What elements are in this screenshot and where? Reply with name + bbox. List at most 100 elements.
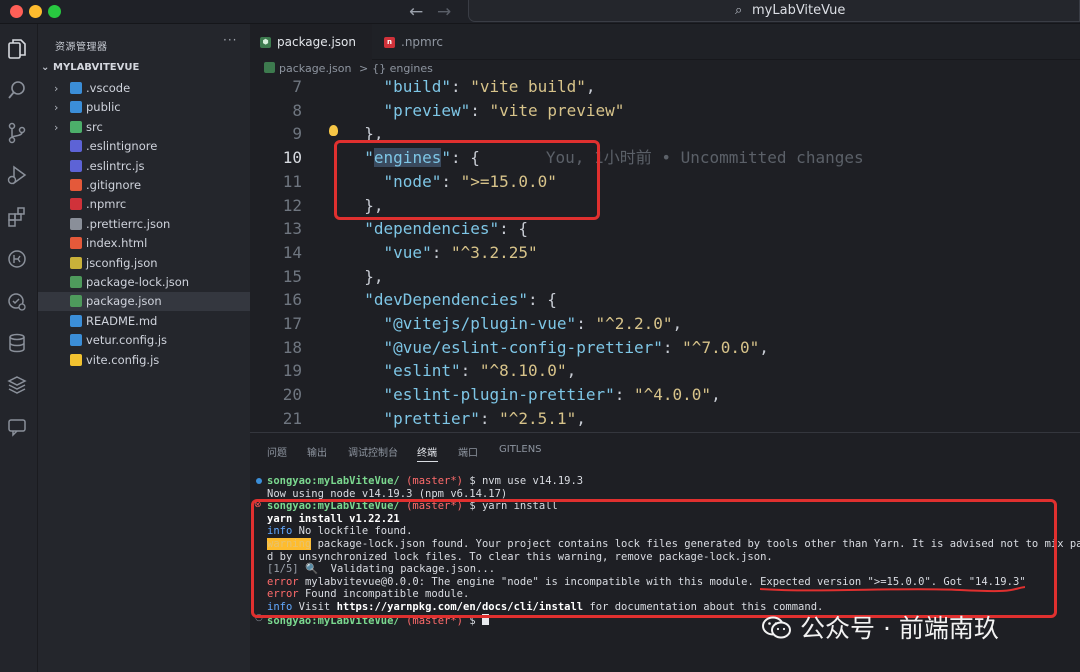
command-success-dot xyxy=(256,478,262,484)
vite-icon xyxy=(70,353,82,366)
tree-item-label: src xyxy=(86,119,103,134)
lightbulb-icon[interactable] xyxy=(329,125,338,137)
code-line: 16 "devDependencies": { xyxy=(250,288,1080,312)
tab-gitlens[interactable]: GITLENS xyxy=(499,444,542,455)
tree-item-label: .eslintrc.js xyxy=(86,158,145,173)
line-number: 11 xyxy=(282,171,302,191)
editor-tabs: ⬢ package.json n .npmrc xyxy=(250,24,1080,60)
explorer-title: 资源管理器 xyxy=(55,42,108,53)
nodejs-icon xyxy=(70,276,82,288)
tree-folder[interactable]: › .vscode xyxy=(38,79,250,98)
code-line: 19 "eslint": "^8.10.0", xyxy=(250,359,1080,383)
testing-icon[interactable] xyxy=(6,290,28,312)
tab-package-json[interactable]: ⬢ package.json xyxy=(250,24,372,60)
tree-item-label: public xyxy=(86,100,121,115)
chevron-down-icon: ⌄ xyxy=(41,62,50,73)
nodejs-icon xyxy=(264,62,275,73)
forward-arrow-icon[interactable]: → xyxy=(437,1,451,23)
comments-icon[interactable] xyxy=(6,416,28,438)
annotation-box-terminal xyxy=(251,499,1057,618)
tree-file[interactable]: vite.config.js xyxy=(38,351,250,370)
code-line: 20 "eslint-plugin-prettier": "^4.0.0", xyxy=(250,383,1080,407)
database-icon[interactable] xyxy=(6,332,28,354)
explorer-sidebar: 资源管理器 ··· ⌄ MYLABVITEVUE › .vscode › public ›… xyxy=(38,24,250,672)
search-icon[interactable] xyxy=(6,80,28,102)
vetur-icon xyxy=(70,334,82,347)
breadcrumb-symbol[interactable]: {} engines xyxy=(372,62,433,75)
code-line: 15 }, xyxy=(250,265,1080,289)
code-line: 7 "build": "vite build", xyxy=(250,77,1080,99)
extensions-icon[interactable] xyxy=(6,206,28,228)
breadcrumb: package.json >{} engines xyxy=(264,61,433,77)
run-debug-icon[interactable] xyxy=(6,164,28,186)
close-window-button[interactable] xyxy=(10,5,23,18)
tree-item-label: vetur.config.js xyxy=(86,333,168,348)
code-line: 13 "dependencies": { xyxy=(250,217,1080,241)
folder-public-icon xyxy=(70,101,82,114)
code-line: 17 "@vitejs/plugin-vue": "^2.2.0", xyxy=(250,312,1080,336)
tree-folder[interactable]: › public xyxy=(38,98,250,117)
tree-file[interactable]: .eslintignore xyxy=(38,137,250,156)
active-tab-indicator xyxy=(417,461,438,462)
workspace-root[interactable]: ⌄ MYLABVITEVUE xyxy=(41,62,139,73)
search-icon: ⌕ xyxy=(735,3,743,18)
folder-vscode-icon xyxy=(70,82,82,94)
maximize-window-button[interactable] xyxy=(48,5,61,18)
source-control-icon[interactable] xyxy=(6,122,28,144)
tree-file[interactable]: .prettierrc.json xyxy=(38,215,250,234)
remote-explorer-icon[interactable] xyxy=(6,248,28,270)
line-number: 14 xyxy=(282,242,302,262)
nodejs-icon: ⬢ xyxy=(260,37,271,48)
tree-item-label: .npmrc xyxy=(86,197,127,212)
minimize-window-button[interactable] xyxy=(29,5,42,18)
tab-ports[interactable]: 端口 xyxy=(458,444,478,459)
code-editor[interactable]: 7 "build": "vite build", 8 "preview": "vi… xyxy=(250,77,1080,432)
tab-problems[interactable]: 问题 xyxy=(267,444,287,459)
info-icon xyxy=(70,314,82,327)
terminal-line: songyao:myLabViteVue/ (master*) $ nvm us… xyxy=(267,475,584,487)
tree-file[interactable]: .gitignore xyxy=(38,176,250,195)
tree-file[interactable]: package-lock.json xyxy=(38,273,250,292)
folder-src-icon xyxy=(70,120,82,133)
line-number: 15 xyxy=(282,266,302,286)
tree-item-label: package-lock.json xyxy=(86,275,190,289)
tree-file[interactable]: package.json xyxy=(38,292,250,312)
tree-file[interactable]: .eslintrc.js xyxy=(38,157,250,176)
code-line: 21 "prettier": "^2.5.1", xyxy=(250,407,1080,431)
back-arrow-icon[interactable]: ← xyxy=(409,1,423,23)
line-number: 9 xyxy=(292,124,302,144)
tree-item-label: vite.config.js xyxy=(86,352,160,367)
tree-item-label: .prettierrc.json xyxy=(86,216,171,231)
line-number: 8 xyxy=(292,100,302,120)
tab-npmrc[interactable]: n .npmrc xyxy=(372,24,478,60)
layers-icon[interactable] xyxy=(6,374,28,396)
window-title[interactable]: myLabViteVue xyxy=(752,2,845,20)
more-actions-icon[interactable]: ··· xyxy=(223,33,237,47)
chevron-right-icon: › xyxy=(54,101,59,115)
tab-output[interactable]: 输出 xyxy=(307,444,327,459)
git-icon xyxy=(70,179,82,191)
tab-debug-console[interactable]: 调试控制台 xyxy=(348,444,398,459)
tree-file[interactable]: .npmrc xyxy=(38,195,250,214)
tree-file[interactable]: jsconfig.json xyxy=(38,254,250,273)
npm-icon xyxy=(70,198,82,211)
tree-item-label: README.md xyxy=(86,313,158,328)
tree-file[interactable]: vetur.config.js xyxy=(38,331,250,350)
tree-item-label: .eslintignore xyxy=(86,139,158,154)
html-icon xyxy=(70,237,82,250)
code-line: 8 "preview": "vite preview" xyxy=(250,99,1080,123)
breadcrumb-file[interactable]: package.json xyxy=(279,62,351,75)
line-number: 12 xyxy=(282,195,302,215)
tree-file[interactable]: README.md xyxy=(38,312,250,331)
tab-label: .npmrc xyxy=(401,35,443,49)
prettier-icon xyxy=(70,217,82,230)
eslint-icon xyxy=(70,140,82,153)
tree-folder[interactable]: › src xyxy=(38,118,250,137)
tree-file[interactable]: index.html xyxy=(38,234,250,253)
line-number: 20 xyxy=(282,385,302,405)
code-line: 14 "vue": "^3.2.25" xyxy=(250,241,1080,265)
eslint-icon xyxy=(70,159,82,172)
explorer-files-icon[interactable] xyxy=(6,38,28,60)
tab-terminal[interactable]: 终端 xyxy=(417,444,437,459)
breadcrumb-separator: > xyxy=(358,62,369,75)
